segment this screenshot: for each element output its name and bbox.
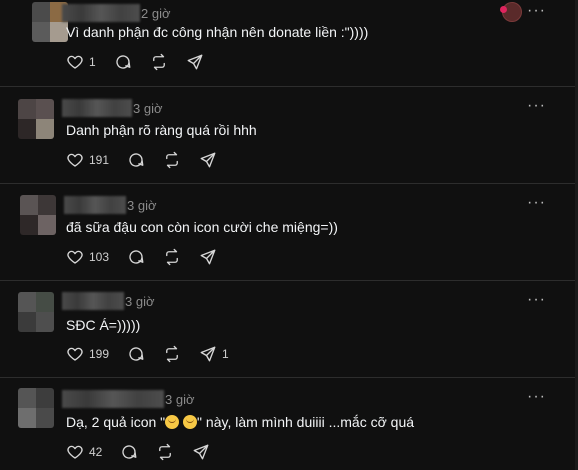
heart-icon — [67, 153, 83, 167]
share-icon — [200, 249, 216, 265]
username[interactable] — [64, 196, 126, 214]
post-time: 3 giờ — [165, 391, 195, 407]
action-bar: 42 — [66, 443, 228, 461]
more-icon[interactable]: ··· — [527, 2, 546, 20]
share-button[interactable] — [192, 443, 210, 461]
comment-icon — [129, 153, 144, 167]
repost-icon — [166, 345, 178, 363]
heart-icon — [67, 55, 83, 69]
like-count: 199 — [89, 347, 110, 361]
more-icon[interactable]: ··· — [527, 97, 546, 115]
heart-icon — [67, 445, 83, 459]
repost-button[interactable] — [163, 345, 181, 363]
post-header: 3 giờ — [62, 292, 155, 310]
like-button[interactable]: 103 — [66, 248, 109, 266]
comment-post: 2 giờ ··· Vì danh phận đc công nhận nên … — [0, 0, 576, 86]
comment-button[interactable] — [114, 53, 132, 71]
heart-icon — [67, 347, 83, 361]
comment-post: 3 giờ ··· đã sữa đậu con còn icon cười c… — [0, 184, 576, 280]
repost-button[interactable] — [163, 151, 181, 169]
repost-button[interactable] — [163, 248, 181, 266]
action-bar: 199 1 — [66, 345, 247, 363]
like-count: 191 — [89, 153, 110, 167]
comment-text: Vì danh phận đc công nhận nên donate liề… — [66, 24, 369, 40]
post-time: 3 giờ — [125, 293, 155, 309]
comment-post: 3 giờ ··· SĐC Á=))))) 199 1 — [0, 281, 576, 377]
post-header: 3 giờ — [64, 196, 157, 214]
avatar[interactable] — [20, 195, 56, 235]
post-time: 3 giờ — [133, 100, 163, 116]
action-bar: 1 — [66, 53, 222, 71]
like-count: 1 — [89, 55, 96, 69]
comment-text-part: Dạ, 2 quả icon " — [66, 414, 166, 430]
repost-icon — [159, 443, 172, 461]
comment-icon — [122, 445, 137, 459]
post-time: 3 giờ — [127, 197, 157, 213]
post-header: 3 giờ — [62, 390, 195, 408]
comment-button[interactable] — [127, 345, 145, 363]
more-icon[interactable]: ··· — [527, 291, 546, 309]
repost-icon — [152, 53, 165, 71]
smile-emoji-icon — [183, 415, 198, 429]
avatar[interactable] — [18, 99, 54, 139]
like-count: 42 — [89, 445, 103, 459]
more-icon[interactable]: ··· — [527, 194, 546, 212]
share-button[interactable] — [186, 53, 204, 71]
like-button[interactable]: 42 — [66, 443, 102, 461]
action-bar: 103 — [66, 248, 235, 266]
comment-icon — [116, 55, 131, 69]
comment-button[interactable] — [120, 443, 138, 461]
like-button[interactable]: 1 — [66, 53, 96, 71]
like-count: 103 — [89, 250, 110, 264]
comment-text: Danh phận rõ ràng quá rồi hhh — [66, 122, 257, 138]
comment-text: Dạ, 2 quả icon " " này, làm mình duiiii … — [66, 414, 414, 430]
comment-icon — [129, 250, 144, 264]
repost-button[interactable] — [156, 443, 174, 461]
comment-icon — [129, 347, 144, 361]
comment-post: 3 giờ ··· Danh phận rõ ràng quá rồi hhh … — [0, 87, 576, 183]
share-button[interactable]: 1 — [199, 345, 229, 363]
username[interactable] — [62, 99, 132, 117]
share-button[interactable] — [199, 151, 217, 169]
comment-text: đã sữa đậu con còn icon cười che miệng=)… — [66, 219, 338, 235]
repost-icon — [166, 248, 178, 266]
action-bar: 191 — [66, 151, 235, 169]
wink-emoji-icon — [165, 415, 180, 429]
post-time: 2 giờ — [141, 5, 171, 21]
share-button[interactable] — [199, 248, 217, 266]
username[interactable] — [62, 292, 124, 310]
comment-post: 3 giờ ··· Dạ, 2 quả icon " " này, làm mì… — [0, 378, 576, 470]
username[interactable] — [62, 390, 164, 408]
post-header: 3 giờ — [62, 99, 163, 117]
share-icon — [200, 152, 216, 168]
comment-button[interactable] — [127, 151, 145, 169]
repost-button[interactable] — [150, 53, 168, 71]
comment-text: SĐC Á=))))) — [66, 317, 141, 333]
share-count: 1 — [222, 347, 229, 361]
avatar[interactable] — [18, 292, 54, 332]
post-header: 2 giờ — [62, 4, 171, 22]
like-button[interactable]: 199 — [66, 345, 109, 363]
reaction-avatar-icon — [500, 2, 522, 22]
more-icon[interactable]: ··· — [527, 388, 546, 406]
username[interactable] — [62, 4, 140, 22]
comment-text-part: " này, làm mình duiiii ...mắc cỡ quá — [197, 414, 415, 430]
share-icon — [187, 54, 203, 70]
like-button[interactable]: 191 — [66, 151, 109, 169]
repost-icon — [166, 151, 178, 169]
avatar[interactable] — [18, 388, 54, 428]
heart-icon — [67, 250, 83, 264]
share-icon — [193, 444, 209, 460]
share-icon — [200, 346, 216, 362]
comment-button[interactable] — [127, 248, 145, 266]
